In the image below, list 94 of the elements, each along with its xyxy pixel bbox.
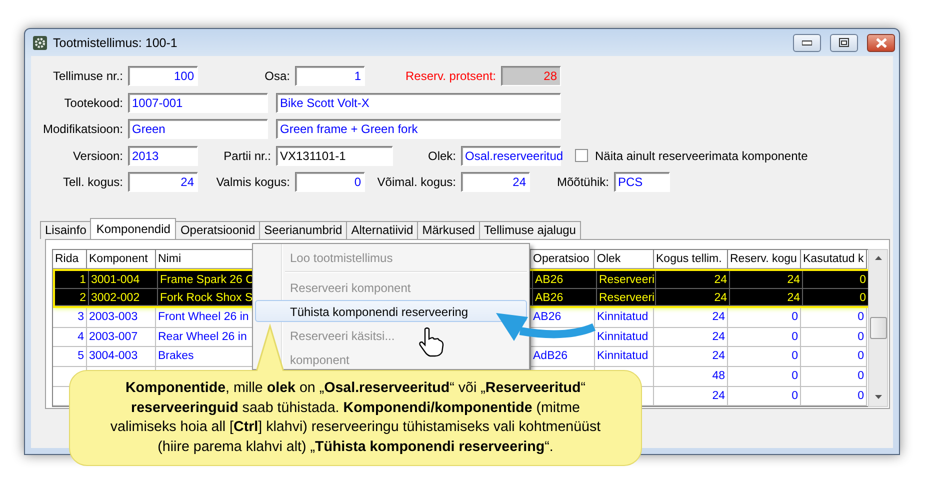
table-cell: Kinnitatud	[595, 308, 654, 328]
field-label: Tellimuse nr.:	[52, 69, 123, 84]
table-cell: Kinnitatud	[595, 347, 654, 368]
table-cell: 24	[730, 288, 803, 306]
table-cell: 2003-003	[87, 308, 156, 328]
callout-text: Komponentide, mille olek on „Osal.reserveeritud“ või „Reserveeritud“ reserveeringuid saab tühistada. Komponendi/komponentide (mitme valimiseks hoia all [Ctrl] klahvi) reserveeringu tühistamiseks vali kohtmenüüst (hiire parema klahvi alt) „Tühista komponendi reserveering“.	[109, 379, 602, 456]
field-label: Reserv. protsent:	[406, 69, 496, 84]
field-label: Tootekood:	[64, 96, 123, 110]
table-cell: Fork Rock Shox S	[158, 288, 255, 306]
tab[interactable]: Tellimuse ajalugu	[478, 220, 581, 238]
table-cell: Reserveeri	[597, 288, 656, 306]
input-field[interactable]: Green frame + Green fork	[276, 119, 561, 140]
table-cell: 2003-007	[87, 328, 156, 348]
table-cell: AB26	[531, 308, 595, 328]
table-cell: 0	[801, 308, 867, 328]
checkbox[interactable]	[575, 149, 588, 162]
table-cell: 24	[654, 386, 728, 406]
scroll-thumb[interactable]	[870, 316, 886, 338]
field-label: Versioon:	[72, 148, 123, 163]
field-label: Modifikatsioon:	[42, 122, 123, 136]
column-header[interactable]: Reserv. kogu	[728, 250, 801, 270]
tab[interactable]: Lisainfo	[40, 220, 92, 238]
input-field[interactable]: 1	[295, 66, 365, 86]
table-cell: 0	[728, 386, 801, 406]
column-header[interactable]: Olek	[595, 250, 654, 270]
checkbox-label: Näita ainult reserveerimata komponente	[595, 148, 808, 163]
table-cell: 3	[53, 308, 87, 328]
table-cell: 24	[654, 347, 728, 368]
table-cell: 0	[801, 347, 867, 368]
input-field[interactable]: Green	[128, 119, 268, 140]
table-cell: 0	[801, 367, 867, 387]
scroll-down-icon	[874, 395, 882, 399]
input-field[interactable]: Bike Scott Volt-X	[276, 92, 561, 113]
input-field[interactable]: 2013	[128, 146, 198, 166]
input-field[interactable]: 0	[295, 172, 365, 192]
table-cell: 0	[728, 328, 801, 348]
table-cell: 0	[728, 308, 801, 328]
table-cell: 3001-004	[89, 271, 158, 289]
table-cell: AB26	[533, 271, 597, 289]
input-field[interactable]: 24	[461, 172, 530, 192]
column-header[interactable]: Kogus tellim.	[654, 250, 728, 270]
table-cell: AB26	[533, 288, 597, 306]
column-header[interactable]: Operatsioo	[531, 250, 595, 270]
maximize-button[interactable]	[830, 34, 858, 52]
table-cell: 0	[801, 386, 867, 406]
field-label: Mõõtühik:	[556, 175, 609, 190]
table-cell: 3004-003	[87, 347, 156, 368]
table-cell: 24	[730, 271, 803, 289]
input-field[interactable]: PCS	[614, 172, 670, 192]
column-header[interactable]: Kasutatud k	[801, 250, 867, 270]
window-title: Tootmistellimus: 100-1	[53, 36, 178, 50]
table-cell: 0	[803, 288, 868, 306]
close-icon	[876, 38, 886, 48]
input-field[interactable]: 1007-001	[128, 92, 268, 113]
table-cell: 2	[55, 288, 89, 306]
field-label: Võimal. kogus:	[377, 175, 456, 190]
table-cell: 0	[801, 328, 867, 348]
table-cell: 24	[656, 288, 730, 306]
column-header[interactable]: Rida	[53, 250, 87, 270]
table-cell: 0	[728, 347, 801, 368]
table-cell: Kinnitatud	[595, 328, 654, 348]
table-cell: 24	[654, 308, 728, 328]
table-cell: 48	[654, 367, 728, 387]
table-cell: 0	[728, 367, 801, 387]
input-field[interactable]: Osal.reserveeritud	[461, 146, 561, 166]
app-icon	[32, 34, 48, 50]
table-cell: 24	[654, 328, 728, 348]
input-field[interactable]: 24	[128, 172, 198, 192]
table-cell: AdB26	[531, 347, 595, 368]
field-label: Valmis kogus:	[216, 175, 290, 190]
minimize-button[interactable]	[793, 34, 821, 52]
scroll-up-icon	[874, 256, 882, 260]
tab[interactable]: Komponendid	[90, 218, 176, 238]
menu-item[interactable]: Tühista komponendi reserveering	[255, 300, 527, 322]
maximize-icon	[839, 38, 849, 47]
field-label: Partii nr.:	[224, 148, 271, 163]
field-label: Olek:	[428, 148, 456, 163]
table-cell: Reserveeri	[597, 271, 656, 289]
field-label: Tell. kogus:	[62, 175, 123, 190]
table-cell: 0	[803, 271, 868, 289]
table-cell: 4	[53, 328, 87, 348]
table-cell: 3002-002	[89, 288, 158, 306]
scrollbar[interactable]	[868, 248, 888, 406]
table-cell: 24	[656, 271, 730, 289]
input-field[interactable]: 100	[128, 66, 198, 86]
table-cell: 1	[55, 271, 89, 289]
field-label: Osa:	[264, 69, 290, 84]
close-button[interactable]	[867, 34, 895, 52]
table-cell: 5	[53, 347, 87, 368]
column-header[interactable]: Komponent	[87, 250, 156, 270]
input-field[interactable]: VX131101-1	[276, 146, 393, 166]
minimize-icon	[802, 40, 812, 46]
hand-cursor-icon	[418, 327, 444, 357]
tab[interactable]: Operatsioonid	[175, 220, 260, 238]
